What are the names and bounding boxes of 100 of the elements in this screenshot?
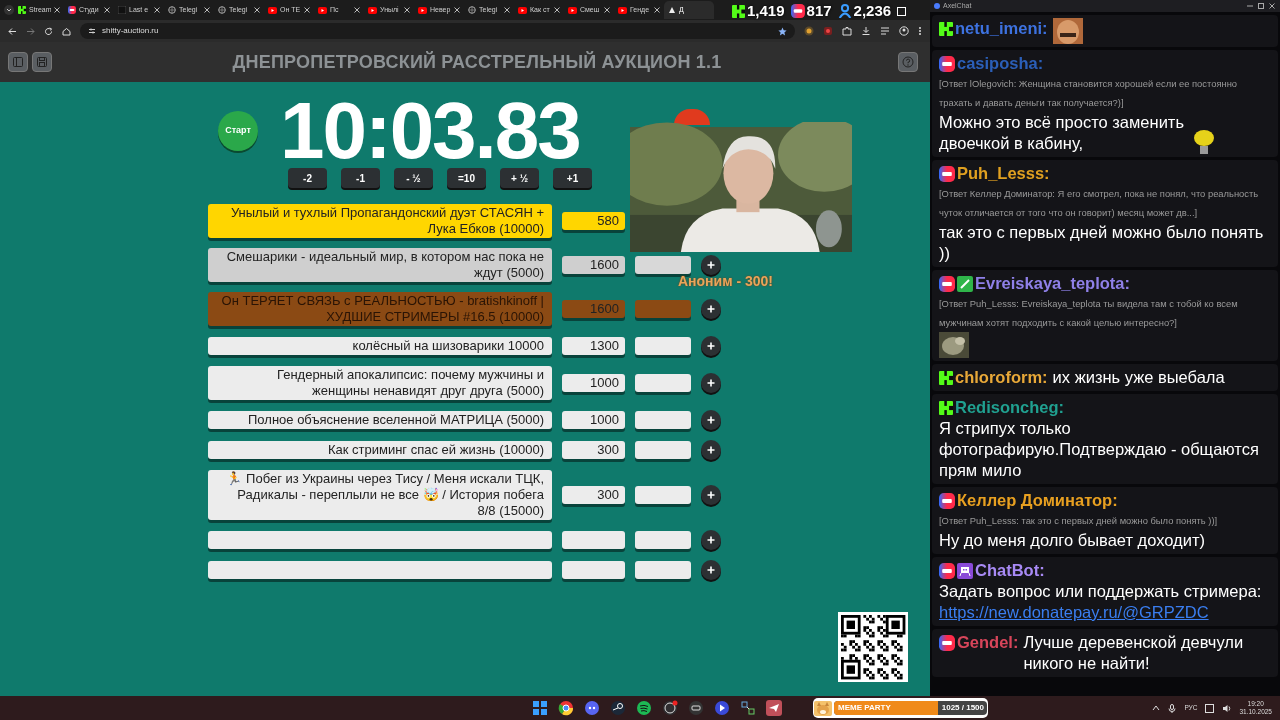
add-amount-field[interactable] (635, 531, 691, 549)
live-icon (939, 492, 955, 509)
close-icon[interactable] (504, 7, 510, 13)
notepad-icon[interactable] (1205, 703, 1215, 713)
add-amount-field[interactable] (635, 300, 691, 318)
media-icon[interactable] (687, 699, 705, 717)
add-amount-field[interactable] (635, 561, 691, 579)
sidebar-button[interactable] (8, 52, 28, 72)
game-store-icon[interactable] (609, 699, 627, 717)
reload-icon[interactable] (44, 26, 53, 36)
star-icon[interactable] (778, 26, 787, 36)
puzzle-icon[interactable] (842, 26, 852, 36)
list-icon[interactable] (880, 26, 890, 36)
tiles-icon[interactable] (739, 699, 757, 717)
help-button[interactable] (898, 52, 918, 72)
add-amount-field[interactable] (635, 486, 691, 504)
site-info-icon[interactable] (88, 27, 96, 35)
lot-name-field[interactable] (208, 531, 552, 549)
close-icon[interactable] (304, 7, 310, 13)
close-icon[interactable] (54, 7, 60, 13)
minimize-icon[interactable] (1246, 2, 1254, 10)
add-button[interactable] (701, 255, 721, 275)
chat-app-icon[interactable] (583, 699, 601, 717)
add-button[interactable] (701, 560, 721, 580)
donation-link[interactable]: https://new.donatepay.ru/@GRPZDC (939, 603, 1209, 621)
profile-icon[interactable] (899, 26, 909, 36)
robot-icon (957, 562, 973, 579)
lot-name-field[interactable]: колёсный на шизоварики 10000 (208, 337, 552, 355)
time-button[interactable]: =10 (447, 168, 486, 188)
time-button[interactable]: - ½ (394, 168, 433, 188)
lot-name-field[interactable]: Гендерный апокалипсис: почему мужчины и женщины ненавидят друг друга (5000) (208, 366, 552, 400)
window-icon[interactable] (897, 6, 907, 16)
amount-field[interactable] (562, 531, 625, 549)
amount-field[interactable]: 1000 (562, 411, 625, 429)
amount-field[interactable]: 300 (562, 486, 625, 504)
add-button[interactable] (701, 410, 721, 430)
close-icon[interactable] (354, 7, 360, 13)
save-button[interactable] (32, 52, 52, 72)
time-button[interactable]: -2 (288, 168, 327, 188)
extension-icon[interactable] (823, 26, 833, 36)
time-button[interactable]: + ½ (500, 168, 539, 188)
messenger-icon[interactable] (765, 699, 783, 717)
add-amount-field[interactable] (635, 337, 691, 355)
add-button[interactable] (701, 485, 721, 505)
username: Puh_Lesss: (957, 163, 1050, 184)
address-bar[interactable]: shitty-auction.ru (80, 23, 795, 39)
username: Evreiskaya_teplota: (975, 273, 1130, 294)
live-icon (939, 55, 955, 72)
add-button[interactable] (701, 440, 721, 460)
add-button[interactable] (701, 299, 721, 319)
forward-icon[interactable] (26, 26, 35, 36)
close-icon[interactable] (554, 7, 560, 13)
add-amount-field[interactable] (635, 374, 691, 392)
plus-icon (707, 305, 715, 313)
chevron-up-icon[interactable] (1152, 704, 1161, 712)
close-icon[interactable] (254, 7, 260, 13)
extension-icon[interactable] (804, 26, 814, 36)
menu-icon[interactable] (918, 26, 922, 36)
close-icon[interactable] (654, 7, 660, 13)
amount-field[interactable]: 1000 (562, 374, 625, 392)
time-button[interactable]: -1 (341, 168, 380, 188)
add-amount-field[interactable] (635, 441, 691, 459)
amount-field[interactable]: 1300 (562, 337, 625, 355)
close-icon[interactable] (454, 7, 460, 13)
close-icon[interactable] (1268, 2, 1276, 10)
home-icon[interactable] (62, 26, 71, 36)
close-icon[interactable] (104, 7, 110, 13)
download-icon[interactable] (861, 26, 871, 36)
add-amount-field[interactable] (635, 411, 691, 429)
video-icon (418, 6, 427, 14)
lot-name-field[interactable]: Унылый и тухлый Пропагандонский дуэт СТАСЯН + Лука Ебков (10000) (208, 204, 552, 238)
close-icon[interactable] (154, 7, 160, 13)
lot-name-field[interactable]: Смешарики - идеальный мир, в котором нас пока не ждут (5000) (208, 248, 552, 282)
microphone-icon[interactable] (1168, 703, 1177, 713)
volume-icon[interactable] (1222, 703, 1232, 713)
add-amount-field[interactable] (635, 256, 691, 274)
close-icon[interactable] (604, 7, 610, 13)
tab-list-icon[interactable] (4, 5, 14, 15)
amount-field[interactable] (562, 561, 625, 579)
pencil-icon (957, 275, 973, 292)
lot-name-field[interactable]: 🏃 Побег из Украины через Тису / Меня искали ТЦК, Радикалы - переплыли не все 🤯 / История побега 8/8 (15000) (208, 470, 552, 520)
add-button[interactable] (701, 336, 721, 356)
amount-field[interactable]: 1600 (562, 256, 625, 274)
lot-name-field[interactable] (208, 561, 552, 579)
add-button[interactable] (701, 530, 721, 550)
amount-field[interactable]: 300 (562, 441, 625, 459)
music-icon[interactable] (635, 699, 653, 717)
start-icon[interactable] (531, 699, 549, 717)
back-icon[interactable] (8, 26, 17, 36)
time-button[interactable]: +1 (553, 168, 592, 188)
close-icon[interactable] (404, 7, 410, 13)
lot-name-field[interactable]: Как стриминг спас ей жизнь (10000) (208, 441, 552, 459)
record-icon[interactable] (661, 699, 679, 717)
close-icon[interactable] (204, 7, 210, 13)
add-button[interactable] (701, 373, 721, 393)
amount-field[interactable]: 580 (562, 212, 625, 230)
browser-icon[interactable] (557, 699, 575, 717)
play-icon[interactable] (713, 699, 731, 717)
maximize-icon[interactable] (1257, 2, 1265, 10)
lot-name-field[interactable]: Полное объяснение вселенной МАТРИЦА (5000) (208, 411, 552, 429)
